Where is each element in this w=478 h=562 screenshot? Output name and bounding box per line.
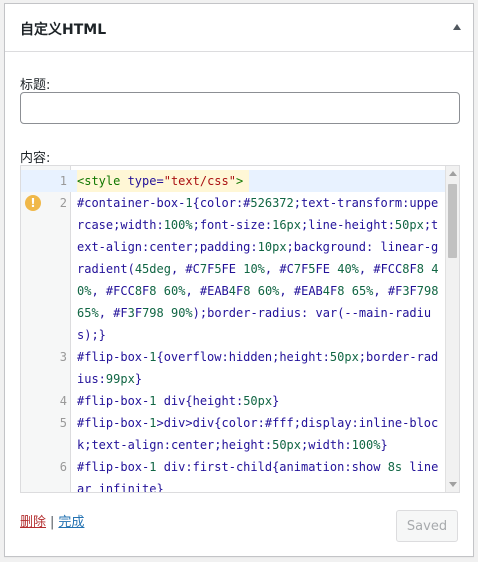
code-line[interactable]: 1 <style type="text/css"> — [21, 170, 447, 192]
widget-actions: 删除 | 完成 — [20, 511, 84, 530]
widget-header[interactable]: 自定义HTML — [5, 4, 473, 52]
code-line[interactable]: ! 2 #container-box-1{color:#526372;text-tr… — [21, 192, 447, 346]
scroll-down-arrow-icon[interactable] — [449, 482, 457, 487]
code-line[interactable]: 5 #flip-box-1>div>div{color:#fff;display:… — [21, 412, 447, 456]
editor-scrollbar[interactable] — [445, 166, 459, 492]
code-text[interactable]: #flip-box-1 div{height:50px} — [77, 390, 447, 412]
code-text[interactable]: <style type="text/css"> — [77, 170, 250, 192]
code-line[interactable]: 6 #flip-box-1 div:first-child{animation:s… — [21, 456, 447, 492]
line-number: 4 — [59, 394, 67, 408]
title-input[interactable] — [20, 92, 460, 124]
scroll-up-arrow-icon[interactable] — [449, 171, 457, 176]
title-label: 标题: — [20, 78, 51, 93]
code-text[interactable]: #flip-box-1>div>div{color:#fff;display:i… — [77, 412, 447, 456]
content-label: 内容: — [20, 151, 51, 166]
code-editor[interactable]: 1 <style type="text/css">! 2 #container-box… — [20, 165, 460, 493]
custom-html-widget: 自定义HTML 标题: 内容: 1 <style type="text/css">… — [4, 3, 474, 557]
collapse-arrow-icon[interactable] — [453, 24, 461, 30]
line-number: 5 — [59, 416, 67, 430]
code-text[interactable]: #container-box-1{color:#526372;text-tran… — [77, 192, 447, 346]
scrollbar-thumb[interactable] — [448, 184, 457, 258]
line-number: 1 — [59, 174, 67, 188]
line-number: 6 — [59, 460, 67, 474]
code-line[interactable]: 3 #flip-box-1{overflow:hidden;height:50px… — [21, 346, 447, 390]
line-number: 3 — [59, 350, 67, 364]
widget-title: 自定义HTML — [20, 22, 107, 38]
code-text[interactable]: #flip-box-1 div:first-child{animation:sh… — [77, 456, 447, 492]
action-separator: | — [50, 515, 55, 530]
delete-link[interactable]: 删除 — [20, 515, 46, 530]
saved-button[interactable]: Saved — [396, 510, 458, 542]
code-lines[interactable]: 1 <style type="text/css">! 2 #container-box… — [21, 170, 447, 492]
code-text[interactable]: #flip-box-1{overflow:hidden;height:50px;… — [77, 346, 447, 390]
done-link[interactable]: 完成 — [58, 515, 84, 530]
line-number: 2 — [59, 196, 67, 210]
code-line[interactable]: 4 #flip-box-1 div{height:50px} — [21, 390, 447, 412]
